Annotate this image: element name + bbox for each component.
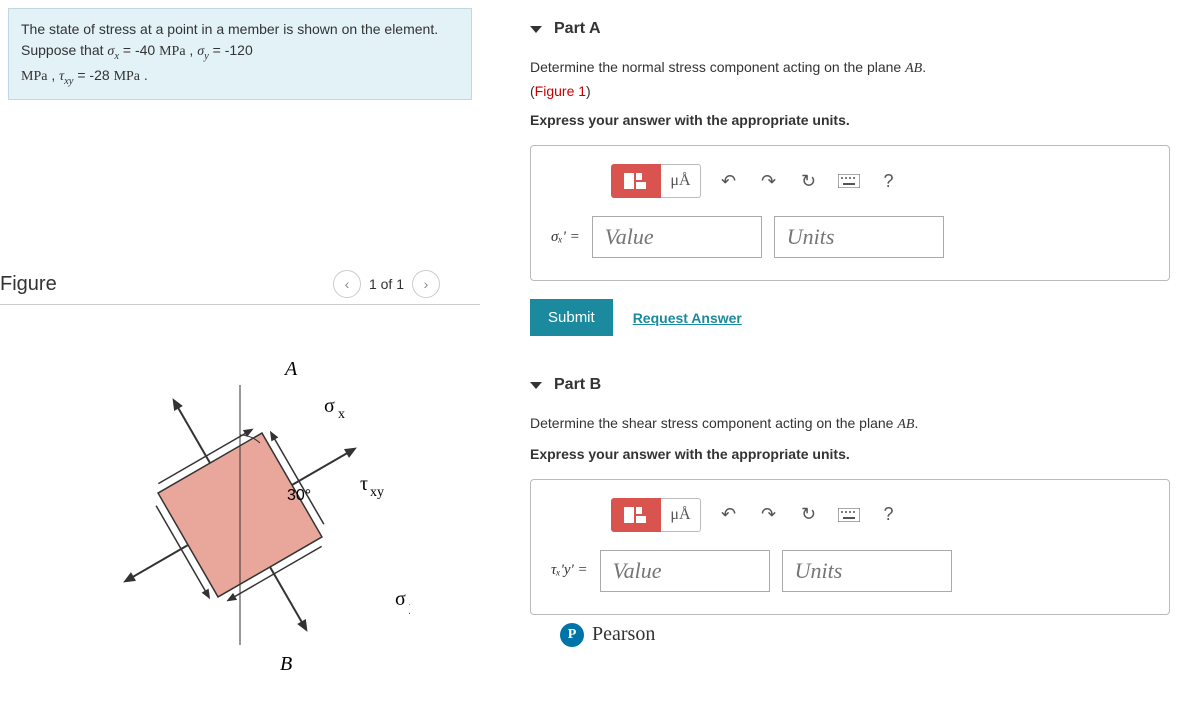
part-a-title: Part A (554, 20, 601, 38)
template-button[interactable] (611, 164, 661, 198)
svg-text:y: y (409, 600, 410, 615)
pager-text: 1 of 1 (369, 276, 404, 292)
figure-link[interactable]: Figure 1 (535, 83, 586, 99)
sigma-x-prime-label: σₓ' = (551, 229, 580, 246)
pearson-branding: P Pearson (560, 623, 1170, 647)
part-a-toggle-icon[interactable] (530, 26, 542, 33)
value-input[interactable] (592, 216, 762, 258)
units-button[interactable]: μÅ (661, 164, 701, 198)
problem-statement: The state of stress at a point in a memb… (8, 8, 472, 100)
svg-text:τ: τ (360, 473, 368, 495)
template-button[interactable] (611, 498, 661, 532)
figure-title: Figure (0, 273, 57, 296)
reset-button[interactable]: ↻ (789, 164, 829, 198)
part-b-header: Part B (530, 376, 1170, 394)
redo-button[interactable]: ↷ (749, 164, 789, 198)
undo-button[interactable]: ↶ (709, 164, 749, 198)
part-b-toggle-icon[interactable] (530, 382, 542, 389)
svg-text:xy: xy (370, 485, 384, 500)
submit-button[interactable]: Submit (530, 299, 613, 336)
part-a-instruction: Express your answer with the appropriate… (530, 109, 1170, 131)
part-a-answer-box: μÅ ↶ ↷ ↻ ? σₓ' = (530, 145, 1170, 281)
svg-text:σ: σ (395, 588, 406, 610)
figure-pager: ‹ 1 of 1 › (333, 270, 440, 298)
pearson-icon: P (560, 623, 584, 647)
pearson-text: Pearson (592, 623, 655, 646)
next-figure-button[interactable]: › (412, 270, 440, 298)
svg-text:B: B (280, 653, 292, 675)
prev-figure-button[interactable]: ‹ (333, 270, 361, 298)
help-button[interactable]: ? (869, 164, 909, 198)
help-button[interactable]: ? (869, 498, 909, 532)
part-a-header: Part A (530, 20, 1170, 38)
figure-header: Figure ‹ 1 of 1 › (0, 270, 480, 305)
part-b-toolbar: μÅ ↶ ↷ ↻ ? (611, 498, 1149, 532)
svg-text:A: A (283, 358, 298, 380)
svg-text:30°: 30° (287, 487, 311, 504)
svg-text:σ: σ (324, 395, 335, 417)
part-b-prompt: Determine the shear stress component act… (530, 412, 1170, 436)
part-b-title: Part B (554, 376, 601, 394)
figure-diagram: A B σ x σ y τ xy 30° (0, 335, 480, 675)
undo-button[interactable]: ↶ (709, 498, 749, 532)
units-button[interactable]: μÅ (661, 498, 701, 532)
svg-text:x: x (338, 407, 345, 422)
redo-button[interactable]: ↷ (749, 498, 789, 532)
keyboard-button[interactable] (829, 498, 869, 532)
request-answer-link[interactable]: Request Answer (633, 310, 742, 326)
value-input[interactable] (600, 550, 770, 592)
part-b-instruction: Express your answer with the appropriate… (530, 443, 1170, 465)
tau-xy-prime-label: τₓ'y' = (551, 562, 588, 579)
part-b-answer-box: μÅ ↶ ↷ ↻ ? τₓ'y' = (530, 479, 1170, 615)
reset-button[interactable]: ↻ (789, 498, 829, 532)
part-a-toolbar: μÅ ↶ ↷ ↻ ? (611, 164, 1149, 198)
units-input[interactable] (774, 216, 944, 258)
keyboard-button[interactable] (829, 164, 869, 198)
part-a-prompt: Determine the normal stress component ac… (530, 56, 1170, 103)
units-input[interactable] (782, 550, 952, 592)
